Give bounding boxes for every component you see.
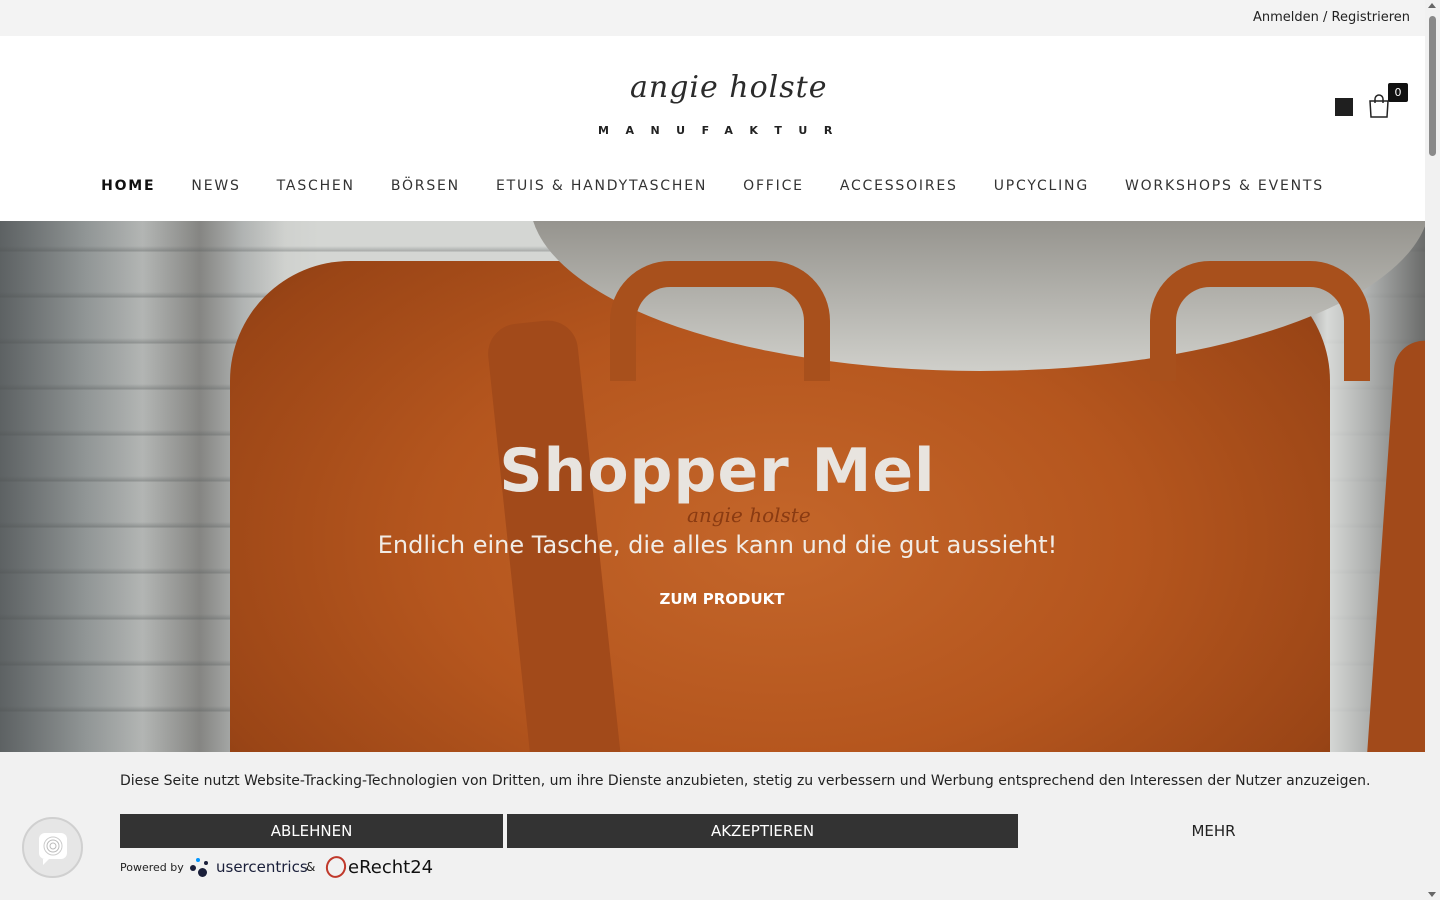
cart-icon[interactable]	[1368, 94, 1390, 118]
cookie-notice-text: Diese Seite nutzt Website-Tracking-Techn…	[120, 773, 1371, 789]
privacy-settings-button[interactable]	[22, 817, 83, 878]
to-product-link[interactable]: ZUM PRODUKT	[0, 590, 1425, 608]
usercentrics-logo-icon	[190, 856, 212, 878]
site-header: angie holste MANUFAKTUR 0 HOME NEWS TASC…	[0, 36, 1425, 221]
nav-item-workshops[interactable]: WORKSHOPS & EVENTS	[1107, 178, 1342, 198]
deny-button[interactable]: ABLEHNEN	[120, 814, 503, 848]
bag-handle-left	[610, 261, 830, 381]
nav-item-office[interactable]: OFFICE	[725, 178, 822, 198]
bag-handle-right	[1150, 261, 1370, 381]
powered-by-label: Powered by	[120, 861, 184, 874]
nav-item-upcycling[interactable]: UPCYCLING	[976, 178, 1107, 198]
accept-button[interactable]: AKZEPTIEREN	[507, 814, 1018, 848]
bag-embossed-logo: angie holste	[687, 503, 811, 527]
hero-title: Shopper Mel	[499, 436, 936, 506]
nav-item-accessoires[interactable]: ACCESSOIRES	[822, 178, 976, 198]
brand-logo[interactable]: angie holste MANUFAKTUR	[598, 66, 832, 144]
cookie-banner: Diese Seite nutzt Website-Tracking-Techn…	[0, 752, 1425, 900]
top-bar: Anmelden / Registrieren	[0, 0, 1425, 36]
scroll-up-icon[interactable]	[1428, 3, 1436, 8]
scroll-down-icon[interactable]	[1428, 892, 1436, 897]
nav-item-news[interactable]: NEWS	[173, 178, 258, 198]
usercentrics-logo[interactable]: usercentrics	[190, 856, 308, 878]
cart-count-badge: 0	[1388, 83, 1408, 102]
logo-subtitle: MANUFAKTUR	[598, 124, 849, 137]
hero-slider: angie holste Shopper Mel Endlich eine Ta…	[0, 221, 1425, 752]
nav-item-taschen[interactable]: TASCHEN	[259, 178, 373, 198]
scrollbar-thumb[interactable]	[1429, 16, 1436, 156]
ampersand: &	[306, 860, 316, 874]
erecht24-logo[interactable]: eRecht24	[322, 853, 434, 881]
erecht24-wordmark: eRecht24	[348, 856, 434, 878]
logo-script-text: angie holste	[630, 70, 828, 105]
usercentrics-wordmark: usercentrics	[216, 858, 308, 876]
main-navigation: HOME NEWS TASCHEN BÖRSEN ETUIS & HANDYTA…	[0, 178, 1425, 198]
nav-item-home[interactable]: HOME	[83, 178, 173, 198]
more-button[interactable]: MEHR	[1022, 814, 1405, 848]
nav-item-etuis[interactable]: ETUIS & HANDYTASCHEN	[478, 178, 725, 198]
page-scrollbar[interactable]	[1425, 0, 1440, 900]
nav-item-boersen[interactable]: BÖRSEN	[373, 178, 478, 198]
square-icon[interactable]	[1335, 98, 1353, 116]
login-register-link[interactable]: Anmelden / Registrieren	[1253, 10, 1410, 25]
erecht24-logo-icon	[322, 853, 350, 881]
hero-subtitle: Endlich eine Tasche, die alles kann und …	[377, 531, 1058, 559]
fingerprint-icon	[39, 833, 67, 865]
